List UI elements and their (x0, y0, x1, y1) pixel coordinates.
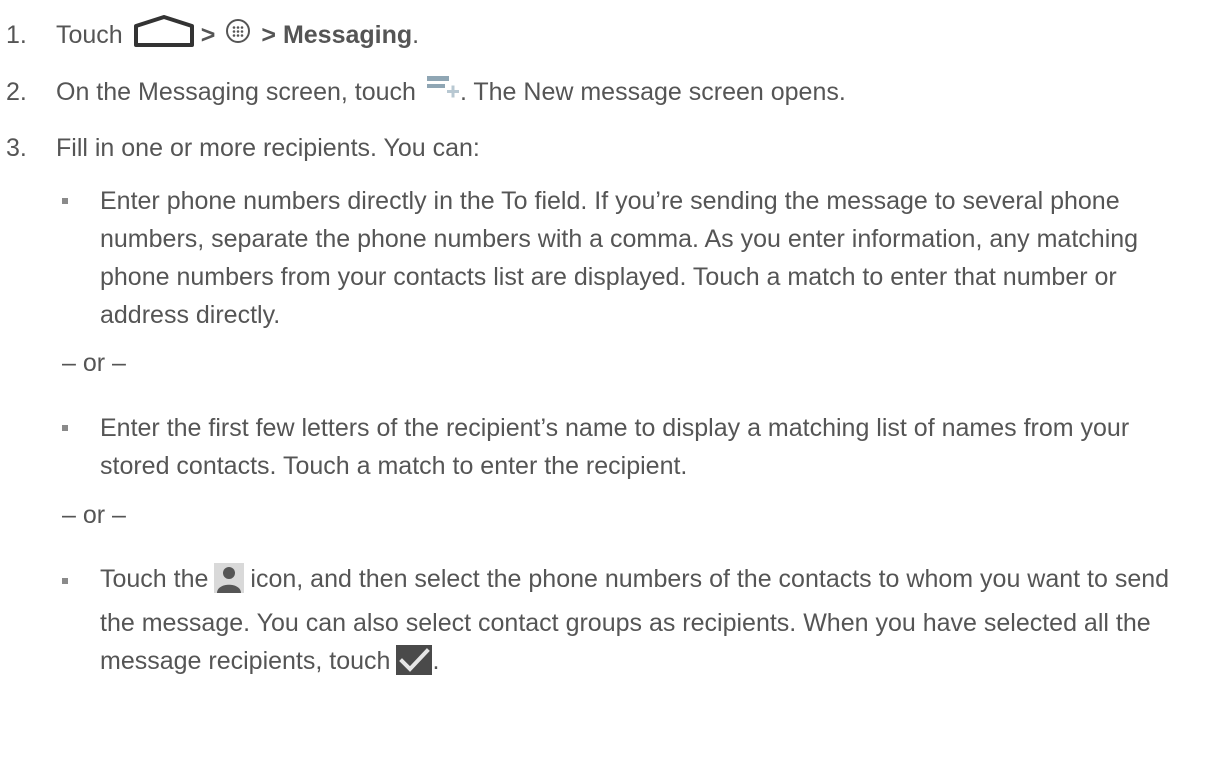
step-3: 3. Fill in one or more recipients. You c… (6, 133, 480, 163)
step-number: 3. (6, 134, 27, 162)
or-separator: – or – (62, 501, 126, 529)
list-item-text: Touch the icon, and then select the phon… (100, 560, 1180, 686)
list-item-text-part: Touch the (100, 565, 209, 593)
contact-person-icon (214, 563, 245, 604)
step-number: 1. (6, 20, 27, 49)
punctuation: . (412, 20, 420, 49)
app-name-messaging: Messaging (282, 20, 413, 49)
list-item-text: Enter the first few letters of the recip… (100, 414, 1130, 480)
step-text: . The New message screen opens. (459, 77, 846, 106)
step-text: Fill in one or more recipients. You can: (56, 134, 480, 162)
apps-icon (225, 18, 251, 51)
step-number: 2. (6, 77, 27, 106)
compose-message-icon (426, 73, 460, 110)
bullet-marker (62, 578, 68, 584)
step-text: On the Messaging screen, touch (56, 77, 416, 106)
list-item-text-part: icon, and then select the phone numbers … (100, 565, 1170, 675)
instructions-document: 1. Touch > > Messaging . 2. On the Messa… (0, 0, 1210, 774)
step-1: 1. Touch > > Messaging . (6, 14, 419, 55)
separator: > (261, 20, 276, 49)
bullet-marker (62, 198, 68, 204)
step-2: 2. On the Messaging screen, touch . The … (6, 73, 846, 110)
bullet-marker (62, 425, 68, 431)
step-text: Touch (56, 20, 123, 49)
list-item-text: Enter phone numbers directly in the To f… (100, 187, 1139, 329)
home-icon (133, 14, 195, 55)
separator: > (200, 20, 216, 49)
or-separator: – or – (62, 349, 126, 377)
punctuation: . (432, 647, 440, 675)
checkmark-icon (396, 645, 433, 686)
